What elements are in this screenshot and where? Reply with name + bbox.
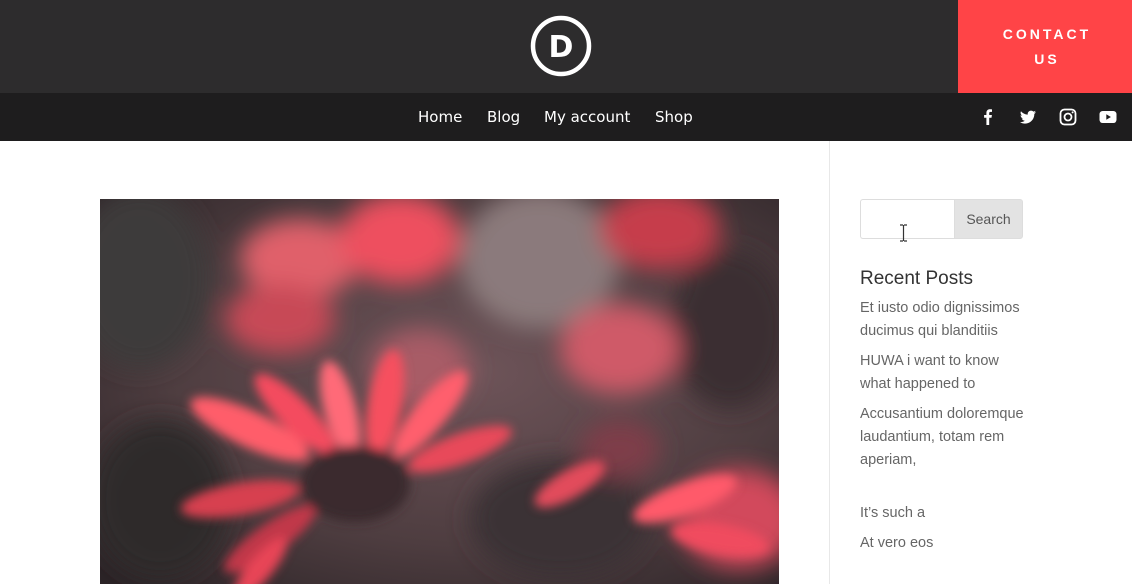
search-button[interactable]: Search: [954, 199, 1023, 239]
contact-us-button[interactable]: CONTACT US: [958, 0, 1132, 93]
recent-post-link[interactable]: At vero eos: [860, 532, 1030, 555]
main-navigation: Home Blog My account Shop: [0, 93, 1132, 141]
featured-image[interactable]: [100, 199, 779, 584]
logo-letter: D: [549, 30, 574, 65]
recent-posts-heading: Recent Posts: [860, 268, 973, 289]
recent-post-link[interactable]: It’s such a: [860, 502, 1030, 525]
recent-post-link[interactable]: HUWA i want to know what happened to: [860, 350, 1030, 396]
facebook-icon[interactable]: [978, 107, 998, 127]
sidebar-divider: [829, 141, 830, 584]
nav-item-my-account[interactable]: My account: [544, 106, 630, 128]
recent-post-link[interactable]: Accusantium doloremque laudantium, totam…: [860, 403, 1030, 472]
contact-us-label: CONTACT US: [1002, 25, 1092, 67]
recent-post-link[interactable]: Et iusto odio dignissimos ducimus qui bl…: [860, 297, 1030, 343]
search-form: Search: [860, 199, 1023, 239]
flower-photo: [100, 199, 779, 584]
twitter-icon[interactable]: [1018, 107, 1038, 127]
instagram-icon[interactable]: [1058, 107, 1078, 127]
nav-item-shop[interactable]: Shop: [655, 106, 693, 128]
site-header: D CONTACT US: [0, 0, 1132, 93]
youtube-icon[interactable]: [1098, 107, 1118, 127]
text-cursor-icon: [899, 224, 908, 242]
nav-item-blog[interactable]: Blog: [487, 106, 520, 128]
nav-item-home[interactable]: Home: [418, 106, 462, 128]
logo-icon[interactable]: D: [530, 15, 592, 77]
